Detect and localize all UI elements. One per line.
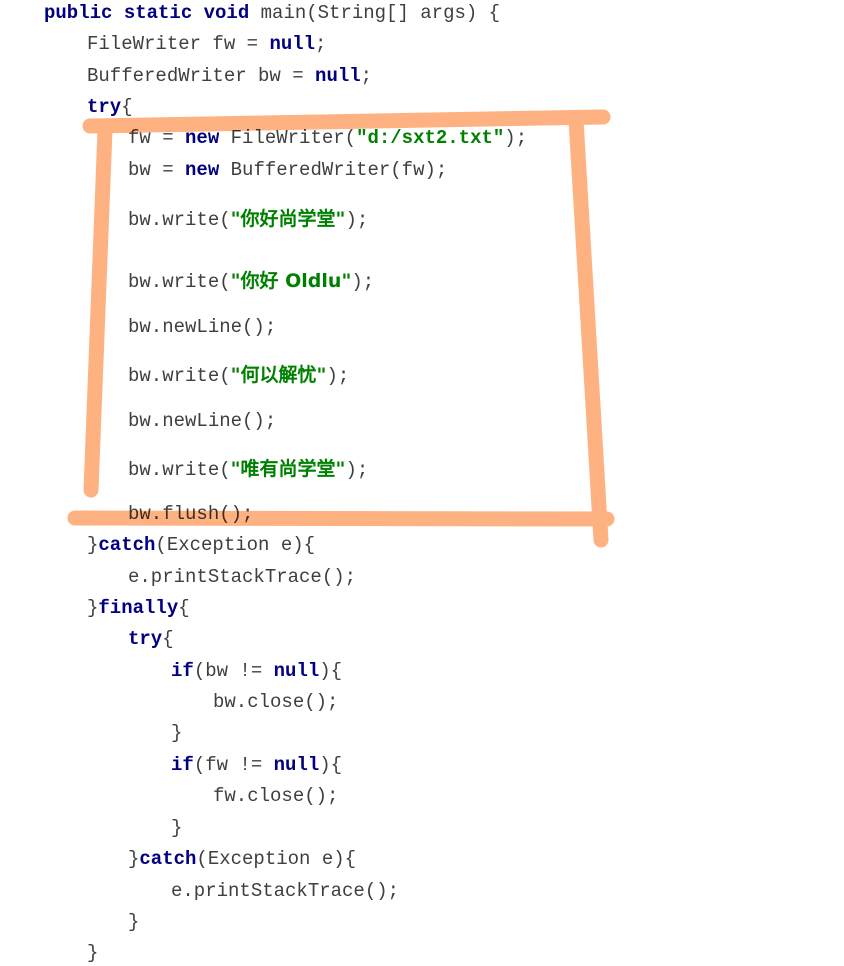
code-line-8: bw.write("你好 Oldlu"); bbox=[128, 270, 375, 293]
code-line-9: bw.newLine(); bbox=[128, 316, 277, 338]
code-line-21: if(fw != null){ bbox=[171, 754, 343, 776]
code-line-16: }finally{ bbox=[87, 597, 190, 619]
code-line-4: try{ bbox=[87, 96, 133, 118]
code-line-23: } bbox=[171, 817, 183, 839]
code-line-12: bw.write("唯有尚学堂"); bbox=[128, 458, 369, 481]
code-line-25: e.printStackTrace(); bbox=[171, 880, 400, 902]
code-line-20: } bbox=[171, 722, 183, 744]
code-line-17: try{ bbox=[128, 628, 174, 650]
code-listing: public static void main(String[] args) {… bbox=[0, 0, 844, 964]
code-line-13: bw.flush(); bbox=[128, 503, 254, 525]
code-line-27: } bbox=[87, 942, 99, 964]
code-line-19: bw.close(); bbox=[213, 691, 339, 713]
code-line-7: bw.write("你好尚学堂"); bbox=[128, 208, 369, 231]
code-line-2: FileWriter fw = null; bbox=[87, 33, 327, 55]
code-line-5: fw = new FileWriter("d:/sxt2.txt"); bbox=[128, 127, 528, 149]
code-line-11: bw.newLine(); bbox=[128, 410, 277, 432]
code-line-26: } bbox=[128, 911, 140, 933]
code-line-3: BufferedWriter bw = null; bbox=[87, 65, 373, 87]
code-line-24: }catch(Exception e){ bbox=[128, 848, 357, 870]
code-line-6: bw = new BufferedWriter(fw); bbox=[128, 159, 448, 181]
code-line-22: fw.close(); bbox=[213, 785, 339, 807]
code-line-18: if(bw != null){ bbox=[171, 660, 343, 682]
code-line-14: }catch(Exception e){ bbox=[87, 534, 316, 556]
code-line-1: public static void main(String[] args) { bbox=[44, 2, 501, 24]
code-line-15: e.printStackTrace(); bbox=[128, 566, 357, 588]
code-line-10: bw.write("何以解忧"); bbox=[128, 364, 350, 387]
